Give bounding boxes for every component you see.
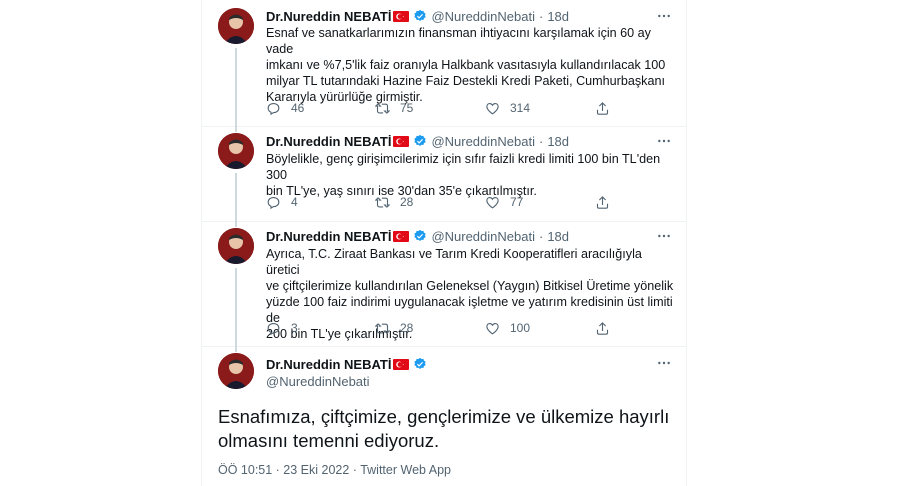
author-name[interactable]: Dr.Nureddin NEBATİ: [266, 9, 391, 24]
retweet-button[interactable]: 75: [375, 99, 413, 117]
more-icon[interactable]: [656, 355, 672, 371]
thread-connector: [235, 48, 237, 128]
share-icon: [596, 101, 609, 115]
author-handle[interactable]: @NureddinNebati: [431, 9, 535, 24]
tweet-actions: 3 28 100: [266, 319, 616, 337]
tweet-timestamp[interactable]: ÖÖ 10:51 · 23 Eki 2022 · Twitter Web App: [218, 463, 451, 477]
author-name[interactable]: Dr.Nureddin NEBATİ: [266, 134, 391, 149]
like-button[interactable]: 314: [485, 99, 530, 117]
like-count: 314: [510, 101, 531, 115]
retweet-count: 28: [400, 321, 414, 335]
reply-icon: [267, 322, 280, 335]
avatar[interactable]: [218, 228, 254, 264]
share-button[interactable]: [595, 319, 610, 337]
retweet-icon: [375, 102, 390, 114]
verified-badge-icon: [414, 229, 427, 241]
thread-connector: [235, 126, 237, 132]
reply-count: 4: [291, 195, 298, 209]
more-icon[interactable]: [656, 228, 672, 244]
heart-icon: [486, 102, 499, 114]
main-tweet: Dr.Nureddin NEBATİ @NureddinNebati Esnaf…: [202, 346, 686, 486]
retweet-count: 75: [400, 101, 414, 115]
reply-count: 3: [291, 321, 298, 335]
author-handle[interactable]: @NureddinNebati: [431, 134, 535, 149]
tweet-2[interactable]: Dr.Nureddin NEBATİ @NureddinNebati · 18d…: [202, 126, 686, 223]
tweet-header: Dr.Nureddin NEBATİ @NureddinNebati · 18d: [266, 7, 569, 25]
turkey-flag-icon: [393, 135, 410, 147]
turkey-flag-icon: [393, 358, 410, 370]
thread-connector: [235, 221, 237, 227]
thread-connector: [235, 268, 237, 350]
retweet-button[interactable]: 28: [375, 193, 413, 211]
tweet-text: Esnaf ve sanatkarlarımızın finansman iht…: [266, 26, 666, 104]
main-tweet-text: Esnafımıza, çiftçimize, gençlerimize ve …: [218, 406, 670, 451]
author-handle[interactable]: @NureddinNebati: [431, 229, 535, 244]
thread-connector: [235, 173, 237, 223]
heart-icon: [486, 322, 499, 334]
turkey-flag-icon: [393, 230, 410, 242]
verified-badge-icon: [414, 9, 427, 21]
share-icon: [596, 195, 609, 209]
avatar[interactable]: [218, 353, 254, 389]
like-count: 100: [510, 321, 531, 335]
reply-button[interactable]: 3: [266, 319, 298, 337]
tweet-header: Dr.Nureddin NEBATİ: [266, 355, 427, 373]
tweet-header: Dr.Nureddin NEBATİ @NureddinNebati · 18d: [266, 132, 569, 150]
reply-icon: [267, 102, 280, 115]
avatar[interactable]: [218, 133, 254, 169]
heart-icon: [486, 196, 499, 208]
reply-icon: [267, 196, 280, 209]
main-handle-row: @NureddinNebati: [266, 372, 370, 390]
share-button[interactable]: [595, 193, 610, 211]
like-button[interactable]: 100: [485, 319, 530, 337]
tweet-header: Dr.Nureddin NEBATİ @NureddinNebati · 18d: [266, 227, 569, 245]
tweet-1[interactable]: Dr.Nureddin NEBATİ @NureddinNebati · 18d…: [202, 0, 686, 128]
verified-badge-icon: [414, 357, 427, 369]
reply-button[interactable]: 46: [266, 99, 304, 117]
tweet-time[interactable]: 18d: [547, 9, 569, 24]
like-button[interactable]: 77: [485, 193, 523, 211]
tweet-3[interactable]: Dr.Nureddin NEBATİ @NureddinNebati · 18d…: [202, 221, 686, 350]
share-icon: [596, 321, 609, 335]
author-name[interactable]: Dr.Nureddin NEBATİ: [266, 357, 391, 372]
author-name[interactable]: Dr.Nureddin NEBATİ: [266, 229, 391, 244]
more-icon[interactable]: [656, 8, 672, 24]
tweet-time[interactable]: 18d: [547, 134, 569, 149]
like-count: 77: [510, 195, 524, 209]
retweet-icon: [375, 196, 390, 208]
tweet-actions: 4 28 77: [266, 193, 616, 211]
separator-dot: ·: [538, 133, 544, 149]
tweet-time[interactable]: 18d: [547, 229, 569, 244]
retweet-icon: [375, 322, 390, 334]
share-button[interactable]: [595, 99, 610, 117]
retweet-count: 28: [400, 195, 414, 209]
tweet-thread: Dr.Nureddin NEBATİ @NureddinNebati · 18d…: [201, 0, 687, 486]
avatar[interactable]: [218, 8, 254, 44]
thread-connector: [235, 346, 237, 352]
separator-dot: ·: [538, 8, 544, 24]
separator-dot: ·: [538, 228, 544, 244]
tweet-actions: 46 75 314: [266, 99, 616, 117]
more-icon[interactable]: [656, 133, 672, 149]
retweet-button[interactable]: 28: [375, 319, 413, 337]
verified-badge-icon: [414, 134, 427, 146]
tweet-text: Böylelikle, genç girişimcilerimiz için s…: [266, 152, 661, 198]
author-handle[interactable]: @NureddinNebati: [266, 374, 370, 389]
reply-button[interactable]: 4: [266, 193, 298, 211]
turkey-flag-icon: [393, 10, 410, 22]
reply-count: 46: [291, 101, 305, 115]
